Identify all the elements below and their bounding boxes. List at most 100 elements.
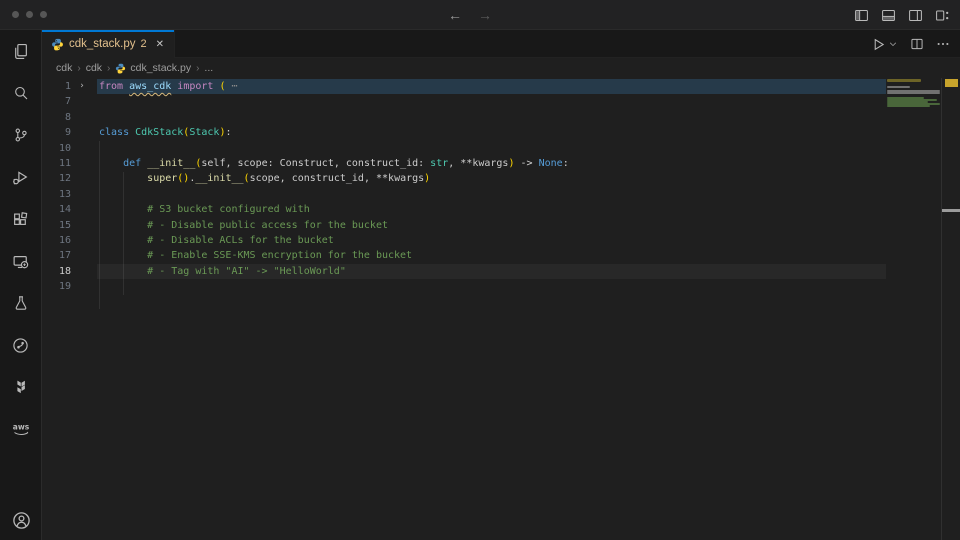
code-line[interactable]: 13 [42, 187, 886, 202]
line-number[interactable]: 1 [42, 79, 71, 94]
minimap-line [887, 92, 940, 94]
window-dot-icon[interactable] [12, 11, 19, 18]
line-text: # - Disable ACLs for the bucket [99, 233, 334, 248]
code-line[interactable]: 16 # - Disable ACLs for the bucket [42, 233, 886, 248]
editor-group: cdk_stack.py 2 ✕ cdk › cdk › cdk_stack.py ›..… [42, 30, 960, 540]
line-number[interactable]: 12 [42, 171, 71, 186]
testing-icon [13, 295, 29, 311]
breadcrumb: cdk›cdk›cdk_stack.py›... [42, 58, 960, 78]
code-line[interactable]: 12 super().__init__(scope, construct_id,… [42, 171, 886, 186]
vscode-window: ← → aws cdk_stack.py 2 ✕ cdk [0, 0, 960, 540]
breadcrumb-item[interactable]: cdk [56, 62, 72, 74]
run-icon [871, 37, 886, 52]
line-text: from aws_cdk import ( ⋯ [99, 79, 238, 94]
toggle-panel-icon[interactable] [881, 8, 896, 23]
code-line[interactable]: 14 # S3 bucket configured with [42, 202, 886, 217]
run-and-debug-icon [12, 169, 29, 186]
line-number[interactable]: 9 [42, 125, 71, 140]
breadcrumb-item[interactable]: cdk [86, 62, 102, 74]
more-actions-icon[interactable] [936, 37, 950, 51]
fold-gutter [71, 110, 93, 125]
python-icon [51, 38, 64, 51]
account-icon[interactable] [12, 511, 31, 530]
remote-explorer-icon [12, 253, 29, 270]
code-line[interactable]: 9class CdkStack(Stack): [42, 125, 886, 140]
activity-bar: aws [0, 30, 42, 540]
fold-gutter [71, 125, 93, 140]
search-icon [13, 85, 29, 101]
close-icon[interactable]: ✕ [156, 39, 164, 50]
code-line[interactable]: 11 def __init__(self, scope: Construct, … [42, 156, 886, 171]
activity-item-git-graph[interactable] [0, 324, 41, 366]
line-number[interactable]: 14 [42, 202, 71, 217]
line-number[interactable]: 19 [42, 279, 71, 294]
activity-item-explorer[interactable] [0, 30, 41, 72]
line-number[interactable]: 10 [42, 141, 71, 156]
breadcrumb-label: cdk [56, 62, 72, 74]
code-line[interactable]: 10 [42, 141, 886, 156]
line-text: # S3 bucket configured with [99, 202, 310, 217]
line-number[interactable]: 7 [42, 94, 71, 109]
tab-badge: 2 [140, 38, 146, 50]
line-number[interactable]: 13 [42, 187, 71, 202]
code-line[interactable]: 19 [42, 279, 886, 294]
window-dot-icon[interactable] [26, 11, 33, 18]
fold-gutter [71, 248, 93, 263]
code-line[interactable]: 7 [42, 94, 886, 109]
fold-gutter [71, 264, 93, 279]
warning-marker [945, 79, 958, 87]
code-line[interactable]: 17 # - Enable SSE-KMS encryption for the… [42, 248, 886, 263]
toggle-secondary-sidebar-icon[interactable] [908, 8, 923, 23]
breadcrumb-item[interactable]: cdk_stack.py [115, 62, 191, 74]
aws-icon: aws [10, 421, 32, 437]
extensions-icon [12, 211, 29, 228]
line-number[interactable]: 16 [42, 233, 71, 248]
customize-layout-icon[interactable] [935, 8, 950, 23]
code-editor[interactable]: 1› from aws_cdk import ( ⋯ 789class CdkSta… [42, 78, 960, 540]
line-number[interactable]: 11 [42, 156, 71, 171]
fold-gutter [71, 202, 93, 217]
minimap-line [887, 105, 930, 107]
line-text: # - Enable SSE-KMS encryption for the bu… [99, 248, 412, 263]
run-button[interactable] [871, 37, 898, 52]
toggle-primary-sidebar-icon[interactable] [854, 8, 869, 23]
fold-gutter [71, 233, 93, 248]
navigate-back-icon[interactable]: ← [448, 8, 462, 22]
line-number[interactable]: 18 [42, 264, 71, 279]
title-bar: ← → [0, 0, 960, 30]
activity-item-terraform[interactable] [0, 366, 41, 408]
breadcrumb-item[interactable]: ... [204, 62, 213, 74]
breadcrumb-separator: › [77, 63, 80, 74]
code-line[interactable]: 1› from aws_cdk import ( ⋯ [42, 79, 886, 94]
breadcrumb-label: ... [204, 62, 213, 74]
line-text: # - Tag with "AI" -> "HelloWorld" [99, 264, 346, 279]
activity-item-extensions[interactable] [0, 198, 41, 240]
minimap[interactable] [886, 78, 941, 540]
minimap-line [887, 86, 910, 88]
split-editor-icon[interactable] [910, 37, 924, 51]
line-number[interactable]: 17 [42, 248, 71, 263]
activity-item-search[interactable] [0, 72, 41, 114]
fold-gutter [71, 218, 93, 233]
activity-item-testing[interactable] [0, 282, 41, 324]
activity-item-run-and-debug[interactable] [0, 156, 41, 198]
line-number[interactable]: 8 [42, 110, 71, 125]
navigate-forward-icon[interactable]: → [478, 8, 492, 22]
fold-chevron-icon[interactable]: › [71, 79, 93, 94]
overview-ruler[interactable] [941, 78, 960, 540]
line-text: def __init__(self, scope: Construct, con… [99, 156, 569, 171]
window-dot-icon[interactable] [40, 11, 47, 18]
line-text: super().__init__(scope, construct_id, **… [99, 171, 430, 186]
window-controls[interactable] [12, 11, 47, 18]
breadcrumb-separator: › [196, 63, 199, 74]
fold-gutter [71, 187, 93, 202]
code-line[interactable]: 18 # - Tag with "AI" -> "HelloWorld" [42, 264, 886, 279]
line-number[interactable]: 15 [42, 218, 71, 233]
activity-item-remote-explorer[interactable] [0, 240, 41, 282]
code-line[interactable]: 8 [42, 110, 886, 125]
tab-cdk-stack[interactable]: cdk_stack.py 2 ✕ [42, 30, 175, 58]
code-line[interactable]: 15 # - Disable public access for the buc… [42, 218, 886, 233]
activity-item-source-control[interactable] [0, 114, 41, 156]
python-icon [115, 63, 126, 74]
activity-item-aws[interactable]: aws [0, 408, 41, 450]
